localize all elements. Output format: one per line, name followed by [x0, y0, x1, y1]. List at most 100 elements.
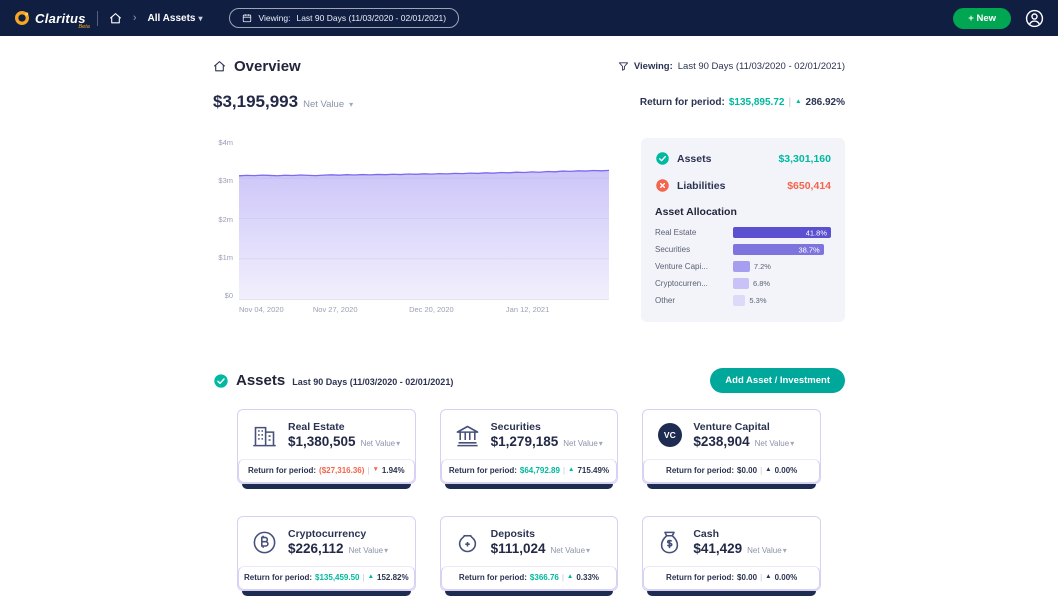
trend-caret-icon: ▼ [372, 467, 378, 474]
chevron-down-icon [586, 546, 590, 555]
chevron-down-icon [384, 546, 388, 555]
separator: | [562, 573, 564, 582]
separator: | [367, 466, 369, 475]
area-chart-svg [239, 138, 609, 299]
return-percent: 286.92% [806, 97, 845, 108]
net-value-label: Net Value [361, 439, 396, 448]
chevron-down-icon [790, 439, 794, 448]
all-assets-label: All Assets [147, 13, 195, 24]
allocation-bar-track: 5.3% [733, 295, 831, 306]
asset-card-return: Return for period: $0.00 | ▲ 0.00% [643, 459, 820, 483]
nav-divider [97, 11, 98, 26]
trend-caret-icon: ▲ [368, 574, 374, 581]
allocation-row: Venture Capi... 7.2% [655, 261, 831, 272]
net-value-dropdown[interactable]: Net Value [550, 546, 590, 555]
y-axis-tick: $0 [225, 291, 233, 300]
return-label: Return for period: [666, 573, 734, 582]
x-axis-tick: Jan 12, 2021 [506, 305, 549, 314]
return-label: Return for period: [248, 466, 316, 475]
return-percent: 1.94% [382, 466, 405, 475]
asset-card-title: Real Estate [288, 421, 400, 433]
return-value: $366.76 [530, 573, 559, 582]
net-value-dropdown[interactable]: Net Value [361, 439, 401, 448]
net-value-dropdown[interactable]: Net Value [755, 439, 795, 448]
net-value-label: Net Value [349, 546, 384, 555]
assets-summary-row: Assets $3,301,160 [655, 151, 831, 166]
asset-card-venture-capital[interactable]: VC Venture Capital $238,904 Net Value Re… [642, 409, 821, 489]
net-value-dropdown[interactable]: $3,195,993 Net Value [213, 92, 353, 112]
trend-caret-icon: ▲ [568, 467, 574, 474]
filter-icon[interactable] [618, 61, 629, 72]
net-value-dropdown[interactable]: Net Value [349, 546, 389, 555]
allocation-row: Securities 38.7% [655, 244, 831, 255]
return-value: $135,895.72 [729, 97, 785, 108]
brand-logo[interactable]: Claritus Beta [14, 10, 86, 26]
allocation-label: Venture Capi... [655, 262, 733, 271]
allocation-row: Cryptocurren... 6.8% [655, 278, 831, 289]
asset-card-title: Securities [491, 421, 603, 433]
home-icon[interactable] [109, 12, 122, 25]
allocation-percent: 7.2% [754, 263, 771, 271]
allocation-label: Cryptocurren... [655, 279, 733, 288]
deposit-pot-icon [454, 529, 481, 556]
claritus-app: Claritus Beta › All Assets Viewing: Last… [0, 0, 1058, 600]
card-bottom-accent [445, 591, 614, 596]
card-bottom-accent [242, 484, 411, 489]
check-badge-icon [655, 151, 670, 166]
asset-card-securities[interactable]: Securities $1,279,185 Net Value Return f… [440, 409, 619, 489]
asset-card-title: Cryptocurrency [288, 528, 388, 540]
brand-beta-tag: Beta [78, 24, 89, 30]
x-axis-tick: Nov 27, 2020 [313, 305, 358, 314]
separator: | [788, 97, 791, 108]
chevron-down-icon [198, 13, 202, 24]
account-icon[interactable] [1025, 9, 1044, 28]
all-assets-dropdown[interactable]: All Assets [147, 13, 202, 24]
return-percent: 152.82% [377, 573, 409, 582]
asset-card-title: Deposits [491, 528, 590, 540]
separator: | [363, 573, 365, 582]
asset-card-title: Cash [693, 528, 786, 540]
asset-card-value: $1,380,505 [288, 434, 356, 449]
vc-badge-label: VC [658, 423, 682, 447]
allocation-bar: 41.8% [733, 227, 831, 238]
new-button[interactable]: + New [953, 8, 1011, 29]
asset-card-title: Venture Capital [693, 421, 794, 433]
allocation-bar-track: 6.8% [733, 278, 831, 289]
y-axis-tick: $3m [218, 176, 233, 185]
add-asset-investment-button[interactable]: Add Asset / Investment [710, 368, 845, 393]
return-value: ($27,316.36) [319, 466, 364, 475]
chevron-down-icon [599, 439, 603, 448]
main-content: Overview Viewing: Last 90 Days (11/03/20… [213, 36, 845, 596]
asset-card-cryptocurrency[interactable]: Cryptocurrency $226,112 Net Value Return… [237, 516, 416, 596]
return-label: Return for period: [449, 466, 517, 475]
return-percent: 0.00% [775, 466, 798, 475]
asset-card-deposits[interactable]: Deposits $111,024 Net Value Return for p… [440, 516, 619, 596]
x-axis-tick: Dec 20, 2020 [409, 305, 454, 314]
net-value-label: Net Value [303, 99, 344, 110]
chart-row: $4m$3m$2m$1m$0 [213, 138, 845, 322]
trend-up-icon: ▲ [795, 99, 801, 106]
total-net-value: $3,195,993 [213, 92, 298, 112]
top-navbar: Claritus Beta › All Assets Viewing: Last… [0, 0, 1058, 36]
asset-card-return: Return for period: $135,459.50 | ▲ 152.8… [238, 566, 415, 590]
chevron-down-icon [396, 439, 400, 448]
y-axis-tick: $2m [218, 215, 233, 224]
net-value-label: Net Value [563, 439, 598, 448]
pill-viewing-label: Viewing: [258, 13, 290, 23]
card-bottom-accent [242, 591, 411, 596]
net-value-dropdown[interactable]: Net Value [563, 439, 603, 448]
asset-card-real-estate[interactable]: Real Estate $1,380,505 Net Value Return … [237, 409, 416, 489]
money-bag-icon [656, 529, 683, 556]
y-axis-tick: $1m [218, 253, 233, 262]
viewing-period-pill[interactable]: Viewing: Last 90 Days (11/03/2020 - 02/0… [229, 8, 459, 28]
summary-side-panel: Assets $3,301,160 Liabilities $650,414 A… [641, 138, 845, 322]
net-value-dropdown[interactable]: Net Value [747, 546, 787, 555]
viewing-value: Last 90 Days (11/03/2020 - 02/01/2021) [678, 61, 845, 72]
allocation-row: Real Estate 41.8% [655, 227, 831, 238]
asset-card-value: $41,429 [693, 541, 742, 556]
allocation-bar-track: 7.2% [733, 261, 831, 272]
return-percent: 715.49% [577, 466, 609, 475]
asset-card-cash[interactable]: Cash $41,429 Net Value Return for period… [642, 516, 821, 596]
chart-plot-area: Nov 04, 2020Nov 27, 2020Dec 20, 2020Jan … [239, 138, 609, 300]
asset-card-value: $226,112 [288, 541, 344, 556]
